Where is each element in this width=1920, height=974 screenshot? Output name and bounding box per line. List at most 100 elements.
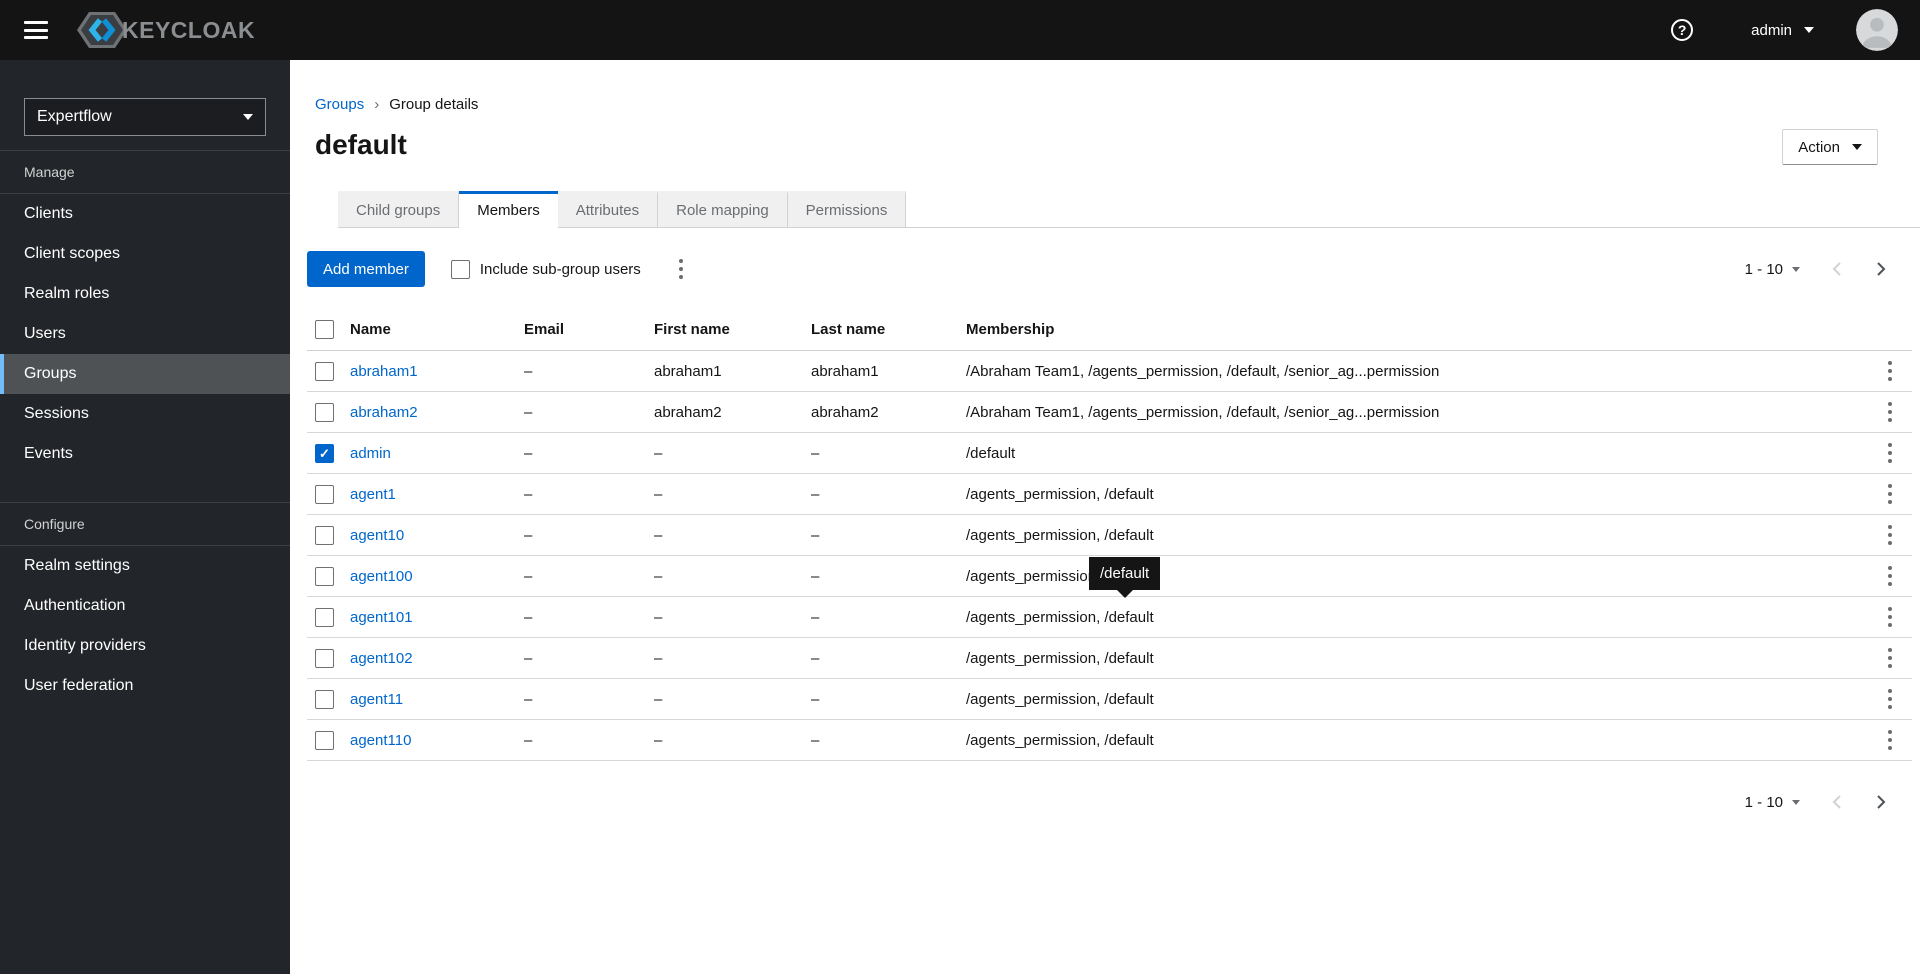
member-first-name: – xyxy=(654,485,663,503)
row-checkbox[interactable] xyxy=(315,484,334,504)
row-kebab-button[interactable] xyxy=(1880,560,1900,592)
sidebar-item-realm-roles[interactable]: Realm roles xyxy=(0,274,290,314)
row-checkbox[interactable] xyxy=(315,607,334,627)
sidebar-nav: Manage Clients Client scopes Realm roles Use… xyxy=(0,150,290,706)
member-name-link[interactable]: agent101 xyxy=(350,609,524,626)
member-name-link[interactable]: admin xyxy=(350,445,524,462)
select-all-checkbox[interactable] xyxy=(315,320,334,339)
pagination-range-dropdown[interactable]: 1 - 10 xyxy=(1745,794,1800,811)
row-checkbox[interactable] xyxy=(315,402,334,422)
user-dropdown[interactable]: admin xyxy=(1751,22,1814,39)
pagination-range-dropdown[interactable]: 1 - 10 xyxy=(1745,261,1800,278)
tab-permissions[interactable]: Permissions xyxy=(787,191,907,228)
sidebar-item-user-federation[interactable]: User federation xyxy=(0,666,290,706)
row-checkbox[interactable] xyxy=(315,689,334,709)
member-name-link[interactable]: agent110 xyxy=(350,732,524,749)
member-membership: /agents_permission, /default xyxy=(966,608,1154,626)
prev-page-button[interactable] xyxy=(1822,254,1852,284)
toolbar-kebab-button[interactable] xyxy=(671,253,691,285)
member-email: – xyxy=(524,362,533,380)
members-table-header: Name Email First name Last name Membersh… xyxy=(307,309,1912,351)
row-kebab-button[interactable] xyxy=(1880,355,1900,387)
help-icon[interactable]: ? xyxy=(1671,19,1694,41)
action-label: Action xyxy=(1798,138,1840,156)
keycloak-logo: KEYCLOAK xyxy=(76,8,255,52)
member-membership: /Abraham Team1, /agents_permission, /def… xyxy=(966,403,1440,421)
member-email: – xyxy=(524,403,533,421)
sidebar-item-sessions[interactable]: Sessions xyxy=(0,394,290,434)
sidebar-item-realm-settings[interactable]: Realm settings xyxy=(0,546,290,586)
sidebar-item-authentication[interactable]: Authentication xyxy=(0,586,290,626)
member-last-name: – xyxy=(811,485,820,503)
nav-section-title: Configure xyxy=(0,503,290,546)
sidebar-item-clients[interactable]: Clients xyxy=(0,194,290,234)
member-name-link[interactable]: agent1 xyxy=(350,486,524,503)
nav-toggle-hamburger-icon[interactable] xyxy=(24,21,48,39)
row-kebab-button[interactable] xyxy=(1880,724,1900,756)
select-all-cell xyxy=(307,320,350,339)
row-checkbox[interactable] xyxy=(315,525,334,545)
row-actions-cell xyxy=(1868,355,1912,387)
member-last-name: – xyxy=(811,444,820,462)
member-first-name: abraham2 xyxy=(654,403,722,421)
action-dropdown-button[interactable]: Action xyxy=(1782,129,1878,165)
realm-selector-wrap: Expertflow xyxy=(0,60,290,150)
row-kebab-button[interactable] xyxy=(1880,478,1900,510)
page-title: default xyxy=(315,129,407,160)
col-header-membership: Membership xyxy=(966,321,1055,338)
tab-role-mapping[interactable]: Role mapping xyxy=(658,191,788,228)
include-subgroup-checkbox[interactable] xyxy=(450,259,470,279)
row-kebab-button[interactable] xyxy=(1880,519,1900,551)
member-first-name: – xyxy=(654,567,663,585)
row-kebab-button[interactable] xyxy=(1880,437,1900,469)
sidebar-item-identity-providers[interactable]: Identity providers xyxy=(0,626,290,666)
prev-page-button[interactable] xyxy=(1822,787,1852,817)
row-checkbox[interactable] xyxy=(315,648,334,668)
member-membership: /agents_permission, /default xyxy=(966,731,1154,749)
brand-text: KEYCLOAK xyxy=(122,16,256,43)
sidebar-item-users[interactable]: Users xyxy=(0,314,290,354)
row-checkbox-cell xyxy=(307,689,350,709)
member-last-name: – xyxy=(811,526,820,544)
member-email: – xyxy=(524,485,533,503)
tab-members[interactable]: Members xyxy=(459,191,558,228)
member-name-link[interactable]: abraham2 xyxy=(350,404,524,421)
member-email: – xyxy=(524,608,533,626)
breadcrumb-groups-link[interactable]: Groups xyxy=(315,96,364,113)
row-checkbox-cell xyxy=(307,730,350,750)
member-name-link[interactable]: agent11 xyxy=(350,691,524,708)
sidebar-item-events[interactable]: Events xyxy=(0,434,290,474)
row-checkbox-cell xyxy=(307,525,350,545)
masthead: KEYCLOAK ? admin xyxy=(0,0,1920,60)
table-row: agent1– – –/agents_permission, /default xyxy=(307,474,1912,515)
keycloak-logo-icon xyxy=(76,8,128,52)
tab-child-groups[interactable]: Child groups xyxy=(338,191,460,228)
tab-attributes[interactable]: Attributes xyxy=(557,191,659,228)
pagination-range-label: 1 - 10 xyxy=(1744,260,1783,278)
member-name-link[interactable]: abraham1 xyxy=(350,363,524,380)
row-checkbox[interactable] xyxy=(315,361,334,381)
member-name-link[interactable]: agent102 xyxy=(350,650,524,667)
row-kebab-button[interactable] xyxy=(1880,601,1900,633)
next-page-button[interactable] xyxy=(1866,254,1896,284)
member-name-link[interactable]: agent100 xyxy=(350,568,524,585)
next-page-button[interactable] xyxy=(1866,787,1896,817)
realm-selector[interactable]: Expertflow xyxy=(24,98,266,136)
col-header-name: Name xyxy=(350,321,391,338)
row-kebab-button[interactable] xyxy=(1880,683,1900,715)
row-kebab-button[interactable] xyxy=(1880,642,1900,674)
row-kebab-button[interactable] xyxy=(1880,396,1900,428)
row-checkbox[interactable] xyxy=(315,730,334,750)
sidebar-item-client-scopes[interactable]: Client scopes xyxy=(0,234,290,274)
member-name-link[interactable]: agent10 xyxy=(350,527,524,544)
table-row: agent10– – –/agents_permission, /default xyxy=(307,515,1912,556)
add-member-button[interactable]: Add member xyxy=(307,251,425,287)
avatar[interactable] xyxy=(1856,9,1898,51)
row-checkbox[interactable] xyxy=(315,443,334,463)
member-last-name: abraham1 xyxy=(811,362,879,380)
row-checkbox[interactable] xyxy=(315,566,334,586)
sidebar-item-groups[interactable]: Groups xyxy=(0,354,290,394)
row-actions-cell xyxy=(1868,560,1912,592)
member-membership: /agents_permission, /default xyxy=(966,526,1154,544)
chevron-down-icon xyxy=(243,114,253,120)
